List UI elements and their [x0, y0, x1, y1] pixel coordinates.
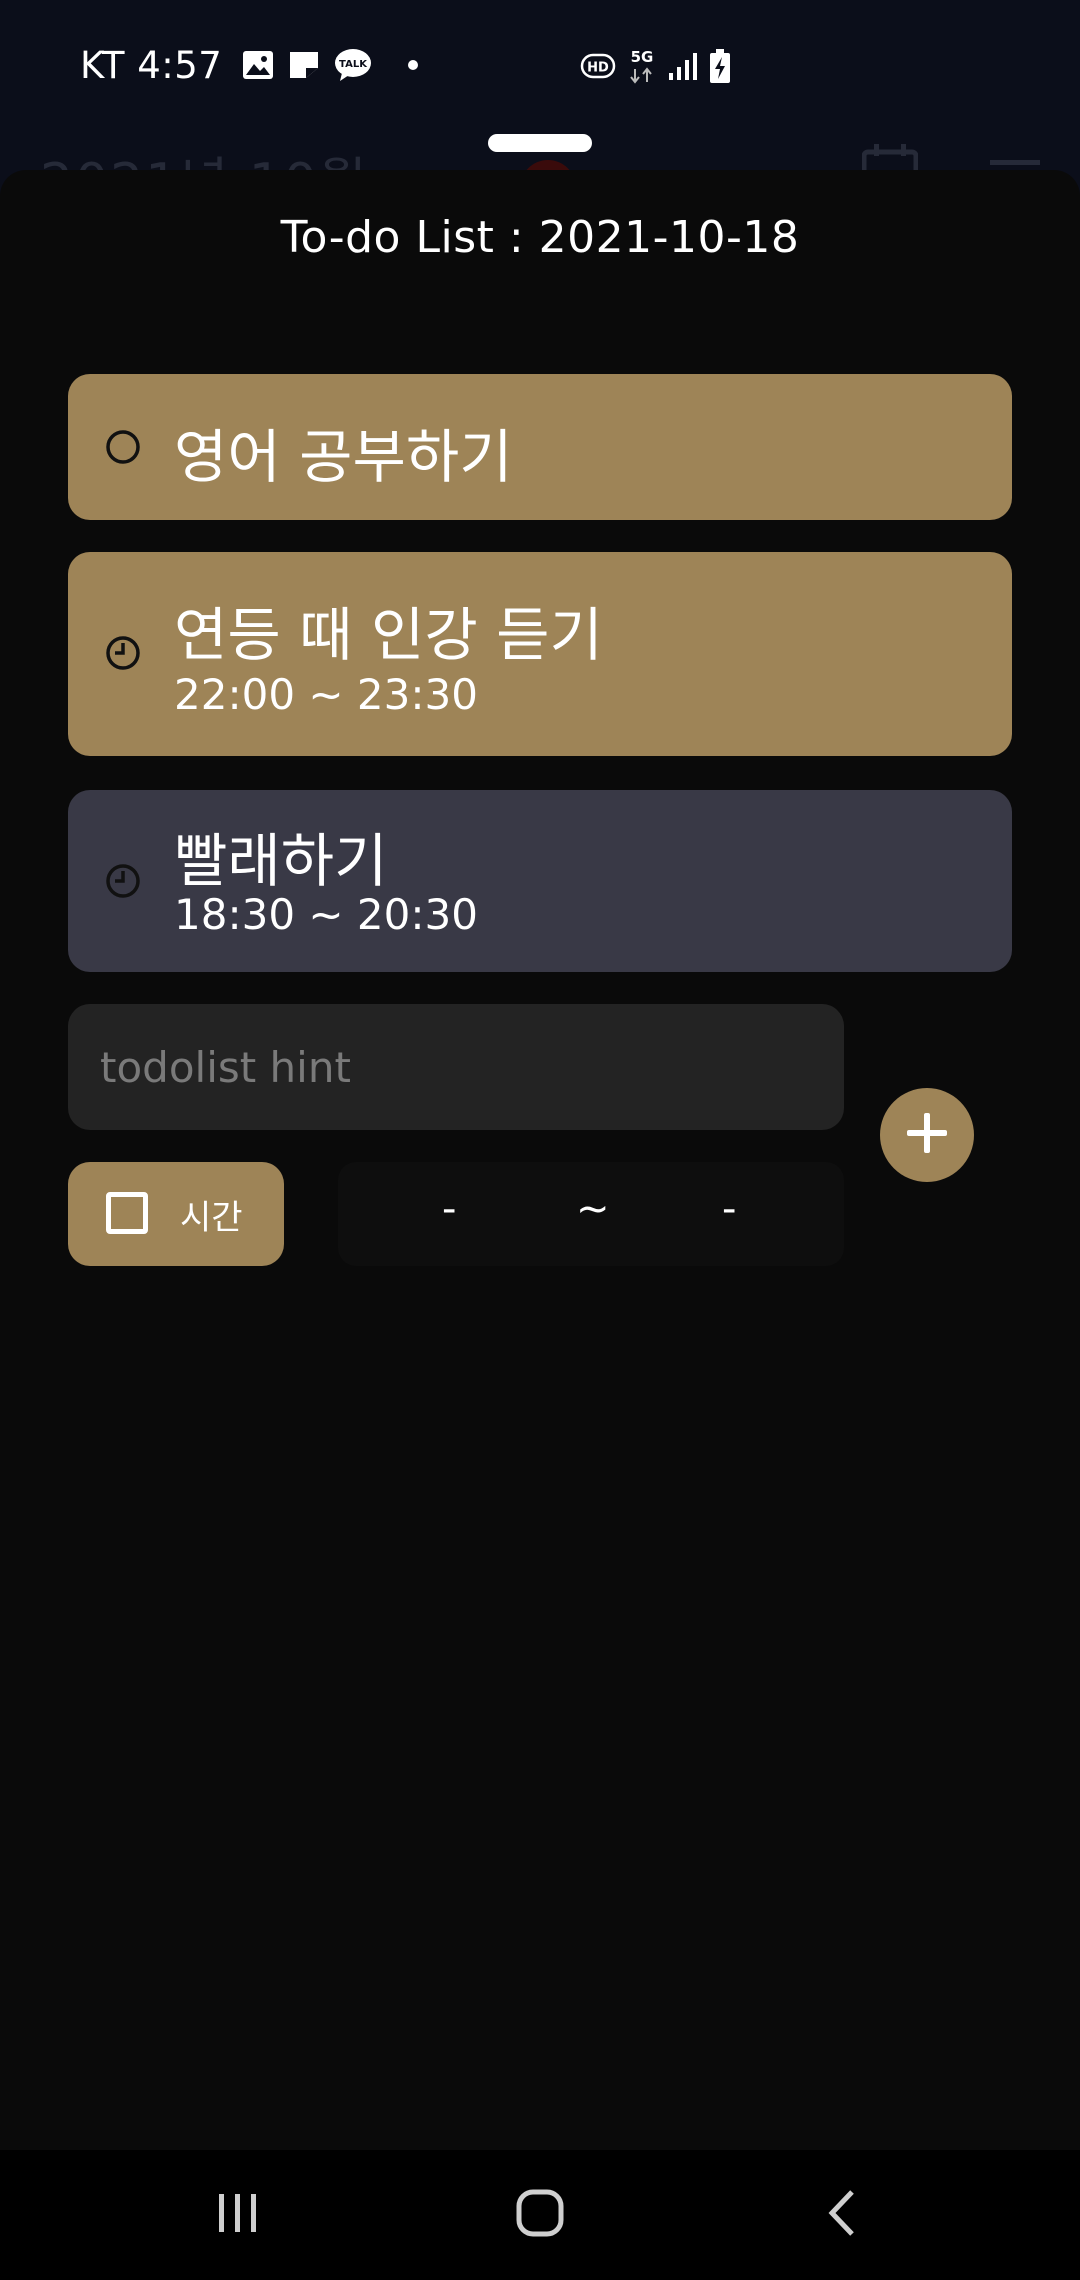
signal-icon [668, 51, 698, 81]
battery-charging-icon [708, 48, 732, 84]
back-button[interactable] [802, 2180, 882, 2250]
time-toggle-button[interactable]: 시간 [68, 1162, 284, 1266]
5g-icon: 5G [626, 47, 658, 85]
carrier-time: KT 4:57 [80, 43, 223, 87]
todo-item[interactable]: 영어 공부하기 [68, 374, 1012, 520]
plus-icon [905, 1111, 949, 1159]
hd-icon: HD [580, 52, 616, 80]
clock-icon[interactable] [104, 862, 142, 900]
screen: KT 4:57 TALK HD 5G To-do List: 2021-10-… [0, 0, 1080, 2280]
kakaotalk-icon: TALK [334, 48, 372, 82]
navigation-bar [0, 2150, 1080, 2280]
start-time-button[interactable]: - [442, 1186, 456, 1232]
status-left: KT 4:57 TALK [80, 40, 419, 90]
todo-time: 22:00 ~ 23:30 [174, 670, 478, 719]
todo-bottom-sheet: To-do List : 2021-10-18 영어 공부하기 연등 때 인강 … [0, 170, 1080, 2150]
time-range-picker: - ~ - [338, 1162, 844, 1266]
todo-item[interactable]: 빨래하기 18:30 ~ 20:30 [68, 790, 1012, 972]
home-button[interactable] [500, 2180, 580, 2250]
todo-input[interactable] [68, 1004, 844, 1130]
add-todo-button[interactable] [880, 1088, 974, 1182]
todo-time: 18:30 ~ 20:30 [174, 890, 478, 939]
note-icon [288, 50, 320, 80]
status-bar: KT 4:57 TALK HD 5G [0, 0, 1080, 128]
todo-title: 빨래하기 [174, 827, 388, 895]
sheet-title: To-do List : 2021-10-18 [280, 212, 800, 263]
time-checkbox[interactable] [106, 1192, 148, 1234]
sheet-drag-handle[interactable] [488, 134, 592, 152]
hd-label: HD [587, 61, 609, 76]
todo-title: 연등 때 인강 듣기 [174, 601, 603, 669]
range-separator: ~ [576, 1186, 610, 1232]
end-time-button[interactable]: - [722, 1186, 736, 1232]
recents-button[interactable] [198, 2180, 278, 2250]
status-right: HD 5G [580, 44, 732, 88]
dot-icon [408, 60, 419, 70]
back-icon [822, 2188, 862, 2242]
home-icon [515, 2188, 565, 2242]
recents-icon [213, 2190, 263, 2240]
todo-item[interactable]: 연등 때 인강 듣기 22:00 ~ 23:30 [68, 552, 1012, 756]
gallery-icon [242, 50, 274, 80]
time-toggle-label: 시간 [180, 1198, 243, 1238]
network-label: 5G [631, 48, 654, 66]
todo-title: 영어 공부하기 [174, 423, 513, 491]
talk-label: TALK [339, 59, 368, 70]
circle-icon[interactable] [104, 428, 142, 466]
clock-icon[interactable] [104, 634, 142, 672]
